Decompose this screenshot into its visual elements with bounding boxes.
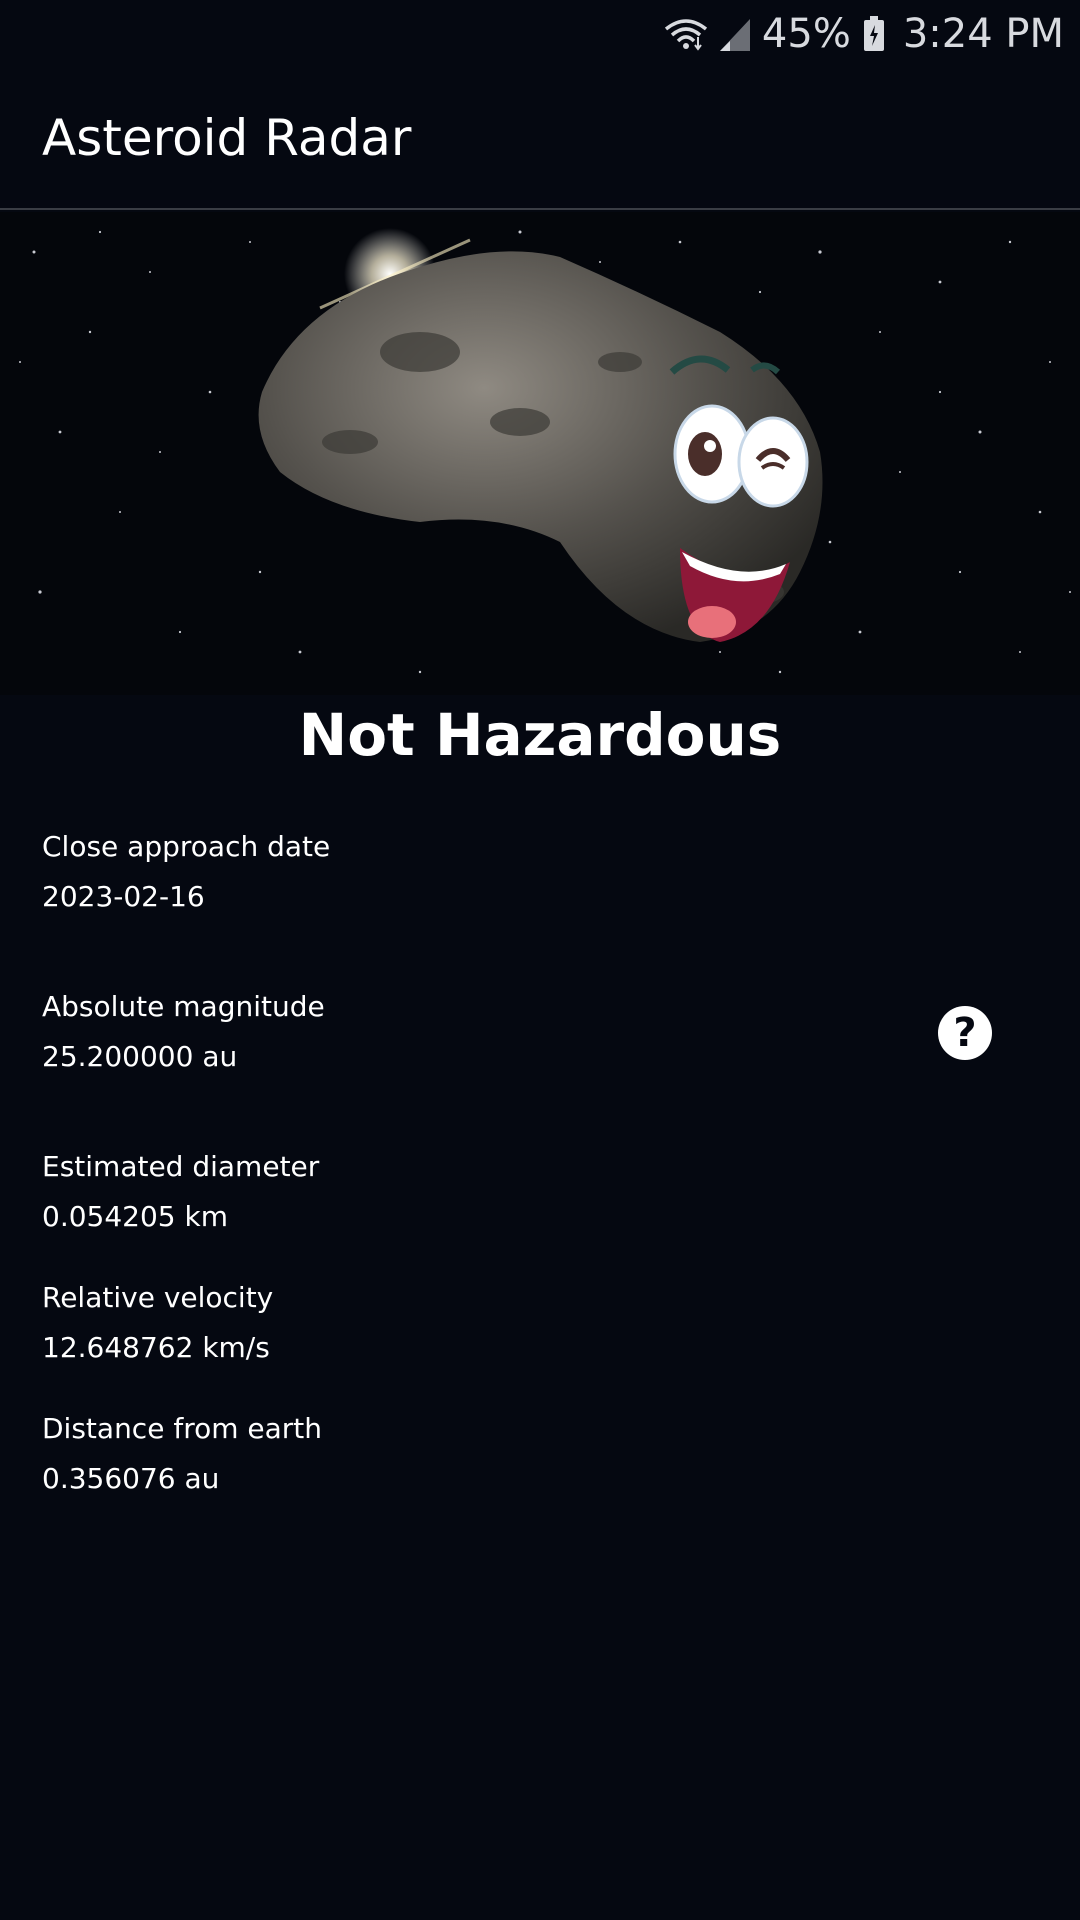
status-time: 3:24 PM: [902, 11, 1064, 57]
distance-from-earth-value: 0.356076 au: [42, 1462, 220, 1495]
signal-icon: [718, 17, 752, 51]
hazard-status-title: Not Hazardous: [298, 701, 782, 769]
question-mark-icon: ?: [953, 1010, 977, 1056]
absolute-magnitude-label: Absolute magnitude: [42, 990, 325, 1023]
distance-from-earth-section: Distance from earth 0.356076 au: [42, 1412, 322, 1496]
absolute-magnitude-section: Absolute magnitude 25.200000 au: [42, 990, 325, 1074]
asteroid-detail-screen: 45% 3:24 PM Asteroid Radar Not Hazardous…: [0, 0, 1080, 1920]
asteroid-hero-image: [0, 212, 1080, 695]
close-approach-label: Close approach date: [42, 830, 331, 863]
estimated-diameter-section: Estimated diameter 0.054205 km: [42, 1150, 319, 1234]
absolute-magnitude-value: 25.200000 au: [42, 1040, 238, 1073]
battery-percent: 45%: [761, 11, 851, 57]
battery-icon: [863, 16, 885, 52]
relative-velocity-label: Relative velocity: [42, 1281, 274, 1314]
status-bar: 45% 3:24 PM: [0, 0, 1080, 68]
wifi-icon: [664, 17, 708, 51]
app-bar: Asteroid Radar: [0, 68, 1080, 210]
relative-velocity-value: 12.648762 km/s: [42, 1331, 270, 1364]
close-approach-section: Close approach date 2023-02-16: [42, 830, 330, 914]
app-title: Asteroid Radar: [42, 109, 412, 167]
estimated-diameter-value: 0.054205 km: [42, 1200, 228, 1233]
distance-from-earth-label: Distance from earth: [42, 1412, 323, 1445]
relative-velocity-section: Relative velocity 12.648762 km/s: [42, 1281, 273, 1365]
close-approach-value: 2023-02-16: [42, 880, 205, 913]
help-button[interactable]: ?: [938, 1006, 992, 1060]
estimated-diameter-label: Estimated diameter: [42, 1150, 320, 1183]
